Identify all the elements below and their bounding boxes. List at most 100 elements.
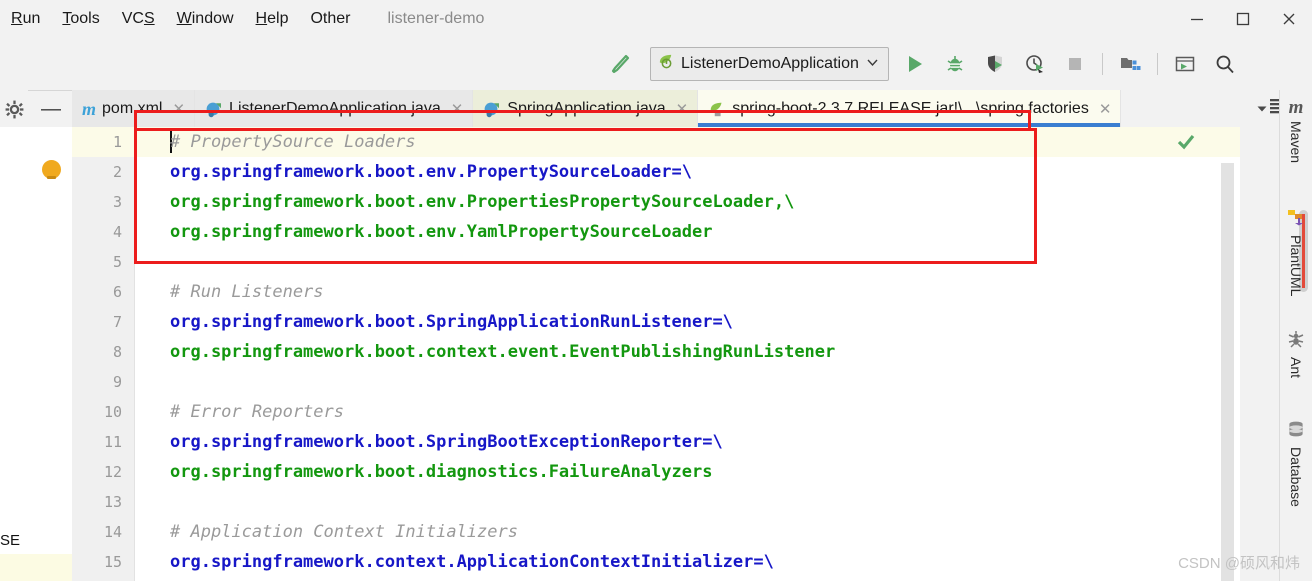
line-number: 2 <box>112 163 122 181</box>
line-number: 13 <box>103 493 122 511</box>
tool-window-plantuml[interactable]: PlantUML <box>1280 208 1312 296</box>
project-tree-selected-row[interactable] <box>0 554 72 581</box>
project-structure-button[interactable] <box>1115 49 1145 79</box>
code-line: org.springframework.boot.env.PropertySou… <box>170 162 692 182</box>
tool-window-label-database: Database <box>1288 447 1304 507</box>
close-icon[interactable]: ✕ <box>676 100 689 118</box>
code-line: # Run Listeners <box>170 282 324 302</box>
maximize-icon[interactable] <box>1220 0 1266 38</box>
close-icon[interactable]: ✕ <box>172 100 185 118</box>
code-line: org.springframework.boot.SpringBootExcep… <box>170 432 723 452</box>
tab-label-pom-xml: pom.xml <box>102 99 163 117</box>
tool-window-label-maven: Maven <box>1288 121 1304 164</box>
right-tool-strip: m Maven PlantUML Ant Database <box>1279 90 1312 581</box>
java-class-run-icon <box>483 100 501 118</box>
gear-icon[interactable] <box>0 92 28 126</box>
toolbar-separator-1 <box>1101 53 1103 75</box>
code-line: # Application Context Initializers <box>170 522 518 542</box>
editor-vertical-scrollbar[interactable] <box>1221 163 1234 581</box>
spring-boot-icon <box>708 100 726 118</box>
close-icon[interactable] <box>1266 0 1312 38</box>
line-number: 8 <box>112 343 122 361</box>
project-tree-panel[interactable]: SE <box>0 127 73 581</box>
tool-window-ant[interactable]: Ant <box>1280 330 1312 378</box>
code-line: org.springframework.boot.diagnostics.Fai… <box>170 462 713 482</box>
tab-label-listenerdemoapplication-java: ListenerDemoApplication.java <box>229 99 441 117</box>
line-number: 3 <box>112 193 122 211</box>
annotation-tick-right <box>1028 110 1031 130</box>
menu-mnemonic-vcs: S <box>143 10 155 27</box>
ant-icon <box>1287 330 1305 353</box>
run-with-coverage-button[interactable] <box>980 49 1010 79</box>
tab-listenerdemoapplication-java[interactable]: ListenerDemoApplication.java ✕ <box>195 90 474 127</box>
menu-item-vcs[interactable]: VCS <box>111 0 166 38</box>
line-number: 6 <box>112 283 122 301</box>
menu-label-window: indow <box>191 10 234 27</box>
spring-boot-icon <box>657 52 676 76</box>
minimize-icon[interactable] <box>1174 0 1220 38</box>
menu-item-help[interactable]: Help <box>245 0 300 38</box>
tab-label-springapplication-java: SpringApplication.java <box>507 99 666 117</box>
menu-mnemonic-help: H <box>255 10 268 27</box>
tool-window-maven[interactable]: m Maven <box>1280 98 1312 163</box>
terminal-button[interactable] <box>1170 49 1200 79</box>
main-toolbar: ListenerDemoApplication <box>0 38 1312 91</box>
run-button[interactable] <box>900 49 930 79</box>
lightbulb-icon[interactable] <box>42 160 61 179</box>
tab-spring-factories[interactable]: spring-boot-2.3.7.RELEASE.jar!\...\sprin… <box>698 90 1122 127</box>
line-number: 11 <box>103 433 122 451</box>
tab-springapplication-java[interactable]: SpringApplication.java ✕ <box>473 90 699 127</box>
toolbar-separator-2 <box>1156 53 1158 75</box>
code-editor[interactable]: 1 2 3 4 5 6 7 8 9 10 11 12 13 14 15 # Pr… <box>72 127 1240 581</box>
debug-button[interactable] <box>940 49 970 79</box>
menu-label-run: un <box>22 10 41 27</box>
line-number: 5 <box>112 253 122 271</box>
code-line: org.springframework.boot.env.YamlPropert… <box>170 222 713 242</box>
menu-item-other[interactable]: Other <box>299 0 361 38</box>
close-icon[interactable]: ✕ <box>451 100 464 118</box>
line-number: 7 <box>112 313 122 331</box>
line-number: 1 <box>112 133 122 151</box>
project-tree-visible-text: SE <box>0 532 21 549</box>
tool-window-label-plantuml: PlantUML <box>1288 235 1304 297</box>
profiler-button[interactable] <box>1020 49 1050 79</box>
database-icon <box>1287 420 1305 443</box>
menu-label-other: Other <box>310 10 351 27</box>
run-configuration-selector[interactable]: ListenerDemoApplication <box>650 47 889 81</box>
line-number: 12 <box>103 463 122 481</box>
code-line: org.springframework.boot.env.PropertiesP… <box>170 192 795 212</box>
menu-label-vcs-pre: VC <box>121 10 144 27</box>
line-number: 9 <box>112 373 122 391</box>
code-text-area[interactable]: # PropertySource Loaders org.springframe… <box>134 127 1240 581</box>
line-number: 10 <box>103 403 122 421</box>
intellij-idea-window: Run Tools VCS Window Help Other listener… <box>0 0 1312 581</box>
tool-window-database[interactable]: Database <box>1280 420 1312 507</box>
line-number: 4 <box>112 223 122 241</box>
menu-bar: Run Tools VCS Window Help Other listener… <box>0 0 1312 39</box>
chevron-down-icon[interactable] <box>866 56 879 72</box>
ok-check-icon[interactable] <box>1176 132 1196 157</box>
code-line: org.springframework.boot.context.event.E… <box>170 342 836 362</box>
menu-label-tools: ools <box>70 10 100 27</box>
maven-pom-icon: m <box>82 98 97 119</box>
hide-panel-icon[interactable]: — <box>36 92 66 126</box>
menu-item-tools[interactable]: Tools <box>51 0 110 38</box>
project-name-label: listener-demo <box>387 10 485 27</box>
tab-label-spring-factories: spring-boot-2.3.7.RELEASE.jar!\...\sprin… <box>732 99 1089 117</box>
stop-button[interactable] <box>1060 49 1090 79</box>
code-line: org.springframework.context.ApplicationC… <box>170 552 774 572</box>
search-everywhere-button[interactable] <box>1210 49 1240 79</box>
plantuml-icon <box>1287 208 1305 231</box>
hammer-icon[interactable] <box>605 49 635 79</box>
tool-window-label-ant: Ant <box>1288 357 1304 379</box>
window-controls <box>1174 0 1312 38</box>
close-icon[interactable]: ✕ <box>1099 100 1112 118</box>
watermark-text: CSDN @硕风和炜 <box>1178 555 1300 572</box>
menu-item-window[interactable]: Window <box>166 0 245 38</box>
code-line: # Error Reporters <box>170 402 344 422</box>
java-class-run-icon <box>205 100 223 118</box>
menu-item-run[interactable]: Run <box>0 0 51 38</box>
code-line: org.springframework.boot.SpringApplicati… <box>170 312 733 332</box>
editor-gutter[interactable]: 1 2 3 4 5 6 7 8 9 10 11 12 13 14 15 <box>72 127 135 581</box>
menu-mnemonic-window: W <box>176 10 192 27</box>
